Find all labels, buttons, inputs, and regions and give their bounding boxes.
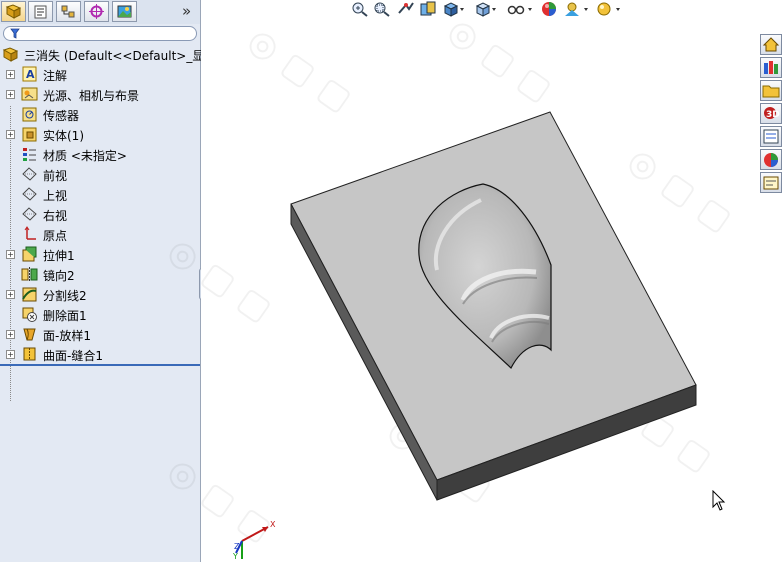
resources-icon	[762, 37, 780, 52]
expand-toggle[interactable]: +	[6, 330, 15, 339]
rollback-bar[interactable]	[0, 364, 200, 366]
tree-item-label: 上视	[43, 189, 68, 203]
design-library-tab[interactable]	[760, 57, 782, 78]
view-palette-icon	[763, 129, 779, 144]
tree-item-label: 拉伸1	[43, 249, 75, 263]
part-icon	[2, 47, 19, 62]
tree-item-label: 材质 <未指定>	[43, 149, 127, 163]
triad-y-label: Y	[232, 552, 238, 561]
search-icon: 3D	[764, 107, 780, 120]
tree-item-lights-cameras[interactable]: + 光源、相机与布景	[0, 84, 200, 104]
tree-item-label: 右视	[43, 209, 68, 223]
tree-item-label: 光源、相机与布景	[43, 89, 140, 103]
dimxpert-icon	[89, 4, 104, 19]
design-library-icon	[764, 61, 778, 74]
expand-tabs-button[interactable]: »	[182, 2, 191, 20]
lights-camera-icon	[21, 87, 38, 101]
tree-item-delete-face1[interactable]: 删除面1	[0, 304, 200, 324]
expand-toggle[interactable]: +	[6, 350, 15, 359]
plane-icon	[22, 207, 37, 221]
tree-item-material[interactable]: 材质 <未指定>	[0, 144, 200, 164]
configurationmanager-tab[interactable]	[56, 1, 81, 22]
display-manager-tab[interactable]	[112, 1, 137, 22]
tree-item-sensors[interactable]: 传感器	[0, 104, 200, 124]
split-line-icon	[22, 287, 37, 302]
tree-root-item[interactable]: 三消失 (Default<<Default>_显	[0, 44, 204, 64]
tree-item-label: 实体(1)	[43, 129, 84, 143]
expand-toggle[interactable]: +	[6, 290, 15, 299]
display-manager-icon	[117, 5, 132, 18]
filter-icon	[10, 28, 20, 39]
model-viewport[interactable]	[201, 0, 783, 562]
plane-icon	[22, 187, 37, 201]
tree-item-label: 传感器	[43, 109, 80, 123]
featuremanager-tab[interactable]	[1, 1, 26, 22]
tree-item-label: 面-放样1	[43, 329, 91, 343]
search-tab[interactable]: 3D	[760, 103, 782, 124]
tree-item-knit-surface1[interactable]: + 曲面-缝合1	[0, 344, 200, 364]
triad-x-label: X	[270, 520, 276, 529]
extrude-icon	[22, 246, 37, 262]
tree-item-right-plane[interactable]: 右视	[0, 204, 200, 224]
tree-item-loft-surface1[interactable]: + 面-放样1	[0, 324, 200, 344]
material-icon	[23, 148, 36, 161]
tree-item-label: 注解	[43, 69, 68, 83]
solid-bodies-icon	[22, 127, 37, 142]
tree-item-label: 原点	[43, 229, 68, 243]
file-explorer-icon	[762, 85, 780, 98]
tree-item-label: 分割线2	[43, 289, 87, 303]
tree-item-top-plane[interactable]: 上视	[0, 184, 200, 204]
mirror-icon	[21, 267, 38, 282]
custom-properties-tab[interactable]	[760, 172, 782, 193]
tree-item-label: 删除面1	[43, 309, 87, 323]
tree-filter-input[interactable]	[3, 26, 197, 41]
origin-icon	[24, 226, 36, 240]
tree-item-front-plane[interactable]: 前视	[0, 164, 200, 184]
configurationmanager-icon	[61, 5, 75, 18]
sensors-icon	[22, 107, 37, 122]
expand-toggle[interactable]: +	[6, 70, 15, 79]
view-palette-tab[interactable]	[760, 126, 782, 147]
reference-triad: X Y Z	[232, 520, 276, 561]
tree-item-annotations[interactable]: + A 注解	[0, 64, 200, 84]
panel-tab-bar: »	[0, 0, 200, 24]
tree-item-label: 镜向2	[43, 269, 75, 283]
tree-item-split-line2[interactable]: + 分割线2	[0, 284, 200, 304]
tree-item-label: 曲面-缝合1	[43, 349, 103, 363]
custom-properties-icon	[763, 176, 779, 190]
appearances-icon	[764, 153, 778, 167]
expand-toggle[interactable]: +	[6, 250, 15, 259]
featuremanager-icon	[5, 4, 22, 19]
svg-text:3D: 3D	[766, 110, 780, 120]
delete-face-icon	[22, 307, 37, 322]
plane-icon	[22, 167, 37, 181]
tree-item-solid-bodies[interactable]: + 实体(1)	[0, 124, 200, 144]
expand-toggle[interactable]: +	[6, 130, 15, 139]
mouse-pointer-icon	[712, 490, 726, 511]
expand-toggle[interactable]: +	[6, 90, 15, 99]
loft-surface-icon	[23, 328, 36, 341]
tree-root-label: 三消失 (Default<<Default>_显	[24, 49, 205, 63]
annotations-icon: A	[22, 66, 37, 82]
resources-tab[interactable]	[760, 34, 782, 55]
dimxpert-tab[interactable]	[84, 1, 109, 22]
propertymanager-icon	[34, 5, 47, 19]
svg-text:A: A	[26, 68, 35, 81]
knit-surface-icon	[23, 347, 36, 361]
propertymanager-tab[interactable]	[28, 1, 53, 22]
mold-block-model[interactable]	[290, 111, 697, 501]
tree-item-label: 前视	[43, 169, 68, 183]
triad-z-label: Z	[234, 542, 240, 551]
graphics-area[interactable]: ◎ ▢ ▢ ◎ ▢ ▢ ◎ ▢ ▢ ◎ ▢ ▢ ◎ ▢ ▢ ◎ ▢ ▢ ◎ ▢ …	[160, 0, 783, 562]
file-explorer-tab[interactable]	[760, 80, 782, 101]
appearances-tab[interactable]	[760, 149, 782, 170]
tree-item-origin[interactable]: 原点	[0, 224, 200, 244]
